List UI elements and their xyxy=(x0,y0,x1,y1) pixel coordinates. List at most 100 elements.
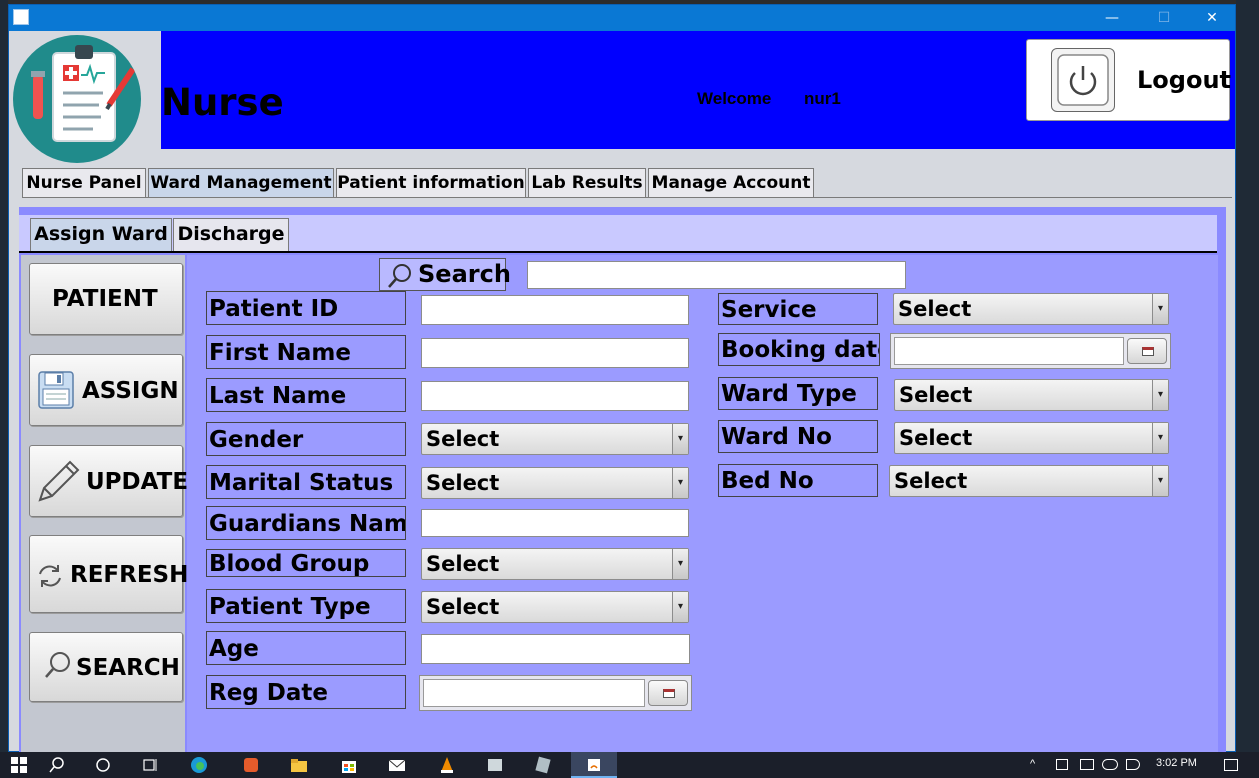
tab-lab-results[interactable]: Lab Results xyxy=(528,168,646,198)
desktop-left xyxy=(0,0,8,752)
tray-chevron-icon[interactable]: ^ xyxy=(1030,758,1035,770)
patient-id-label: Patient ID xyxy=(206,291,406,325)
calendar-icon xyxy=(1142,347,1154,356)
search-button-label: SEARCH xyxy=(76,655,180,681)
welcome-label: Welcome xyxy=(697,89,772,108)
assign-button[interactable]: ASSIGN xyxy=(29,354,183,426)
refresh-button[interactable]: REFRESH xyxy=(29,535,188,613)
service-label: Service xyxy=(718,293,878,325)
patient-type-select[interactable]: Select ▾ xyxy=(421,591,689,623)
last-name-input[interactable] xyxy=(421,381,689,411)
network-icon[interactable] xyxy=(1080,759,1094,770)
chevron-down-icon: ▾ xyxy=(672,424,688,454)
gender-select[interactable]: Select ▾ xyxy=(421,423,689,455)
reg-date-picker xyxy=(419,675,692,711)
subtab-divider xyxy=(19,251,1217,253)
search-label: Search xyxy=(418,260,511,288)
tab-manage-account[interactable]: Manage Account xyxy=(648,168,814,198)
search-input[interactable] xyxy=(527,261,906,289)
patient-button[interactable]: PATIENT xyxy=(29,263,183,335)
update-button[interactable]: UPDATE xyxy=(29,445,188,517)
vlc-icon[interactable] xyxy=(438,756,456,774)
mail-icon[interactable] xyxy=(388,756,406,774)
ward-type-label: Ward Type xyxy=(718,377,878,410)
calendar-icon xyxy=(663,689,675,698)
role-title: Nurse xyxy=(161,81,284,124)
tab-discharge[interactable]: Discharge xyxy=(173,218,289,251)
ward-no-select[interactable]: Select ▾ xyxy=(894,422,1169,454)
logout-label: Logout xyxy=(1137,66,1232,94)
java-app-icon xyxy=(13,9,29,25)
wifi-icon[interactable] xyxy=(1102,759,1118,770)
power-icon xyxy=(1051,48,1115,112)
edge-browser-icon[interactable] xyxy=(190,756,208,774)
minimize-button[interactable]: — xyxy=(1089,5,1135,31)
app-icon[interactable] xyxy=(534,756,552,774)
app-icon[interactable] xyxy=(242,756,260,774)
guardians-name-input[interactable] xyxy=(421,509,689,537)
reg-date-calendar-button[interactable] xyxy=(648,680,688,706)
maximize-button[interactable]: ☐ xyxy=(1141,5,1187,31)
app-icon[interactable] xyxy=(486,756,504,774)
booking-date-calendar-button[interactable] xyxy=(1127,338,1167,364)
tab-patient-information[interactable]: Patient information xyxy=(336,168,526,198)
store-icon[interactable] xyxy=(340,756,358,774)
patient-id-input[interactable] xyxy=(421,295,689,325)
volume-icon[interactable] xyxy=(1126,759,1140,770)
marital-status-label: Marital Status xyxy=(206,465,406,499)
ward-type-value: Select xyxy=(899,383,973,407)
patient-type-label: Patient Type xyxy=(206,589,406,623)
first-name-input[interactable] xyxy=(421,338,689,368)
notification-icon[interactable] xyxy=(1224,759,1238,771)
floppy-disk-icon xyxy=(38,371,74,409)
service-select[interactable]: Select ▾ xyxy=(893,293,1169,325)
refresh-button-label: REFRESH xyxy=(70,562,189,588)
reg-date-label: Reg Date xyxy=(206,675,406,709)
blood-group-value: Select xyxy=(426,552,500,576)
booking-date-label: Booking date xyxy=(718,333,880,366)
booking-date-input[interactable] xyxy=(894,337,1124,365)
title-bar: — ☐ ✕ xyxy=(9,5,1235,31)
blood-group-select[interactable]: Select ▾ xyxy=(421,548,689,580)
service-value: Select xyxy=(898,297,972,321)
patient-type-value: Select xyxy=(426,595,500,619)
marital-status-select[interactable]: Select ▾ xyxy=(421,467,689,499)
guardians-name-label: Guardians Name xyxy=(206,506,406,540)
app-window: — ☐ ✕ Nurse Welcome nur1 Logout Nurse Pa… xyxy=(8,4,1236,753)
reg-date-input[interactable] xyxy=(423,679,645,707)
blood-group-label: Blood Group xyxy=(206,549,406,577)
search-button[interactable]: SEARCH xyxy=(29,632,183,702)
clipboard-logo-icon xyxy=(13,35,141,163)
booking-date-picker xyxy=(890,333,1171,369)
tab-divider xyxy=(22,197,1232,198)
username-label: nur1 xyxy=(804,89,841,108)
tab-ward-management[interactable]: Ward Management xyxy=(148,168,334,198)
taskbar-clock[interactable]: 3:02 PM xyxy=(1156,757,1197,769)
task-view-icon[interactable] xyxy=(142,756,160,774)
chevron-down-icon: ▾ xyxy=(1152,466,1168,496)
age-input[interactable] xyxy=(421,634,690,664)
update-button-label: UPDATE xyxy=(86,469,189,495)
close-button[interactable]: ✕ xyxy=(1189,5,1235,31)
windows-start-icon[interactable] xyxy=(10,756,28,774)
ward-no-label: Ward No xyxy=(718,420,878,453)
search-icon[interactable] xyxy=(48,756,66,774)
search-label-box: Search xyxy=(379,258,511,291)
pencil-icon xyxy=(34,458,82,506)
cortana-icon[interactable] xyxy=(94,756,112,774)
java-taskbar-button[interactable] xyxy=(571,752,617,778)
tab-nurse-panel[interactable]: Nurse Panel xyxy=(22,168,146,198)
ward-type-select[interactable]: Select ▾ xyxy=(894,379,1169,411)
taskbar: ^ 3:02 PM xyxy=(0,752,1259,778)
file-explorer-icon[interactable] xyxy=(290,756,308,774)
gender-label: Gender xyxy=(206,422,406,456)
tab-assign-ward[interactable]: Assign Ward xyxy=(30,218,172,251)
chevron-down-icon: ▾ xyxy=(1152,294,1168,324)
chevron-down-icon: ▾ xyxy=(672,592,688,622)
assign-button-label: ASSIGN xyxy=(82,378,179,404)
logo-area xyxy=(11,31,161,163)
logout-button[interactable]: Logout xyxy=(1026,39,1232,121)
tray-app-icon[interactable] xyxy=(1056,759,1068,770)
magnifier-icon xyxy=(44,651,72,679)
bed-no-select[interactable]: Select ▾ xyxy=(889,465,1169,497)
